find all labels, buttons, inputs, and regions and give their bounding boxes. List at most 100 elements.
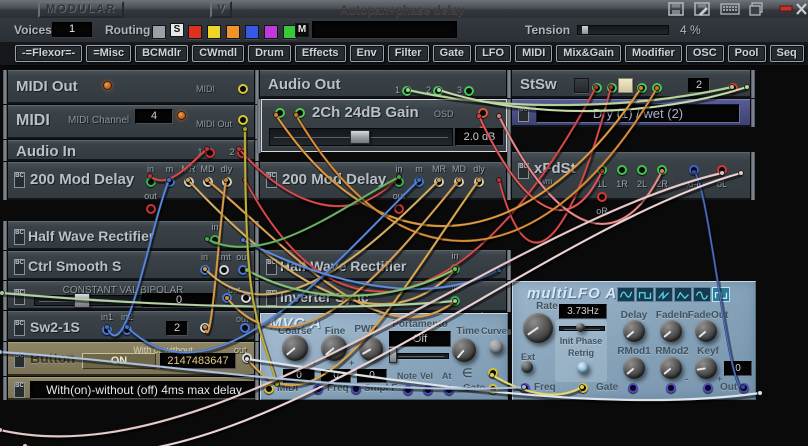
port-3[interactable] <box>464 86 474 96</box>
menu-gate[interactable]: Gate <box>433 45 471 62</box>
port-out[interactable] <box>238 265 248 275</box>
pwr-knob[interactable] <box>359 337 383 361</box>
voices-value[interactable]: 1 <box>52 22 92 37</box>
port-xFd[interactable] <box>689 165 699 175</box>
port-1[interactable] <box>205 148 215 158</box>
rmod1-knob[interactable] <box>623 357 645 379</box>
port-jack[interactable] <box>607 83 617 93</box>
port-jack[interactable] <box>295 108 305 118</box>
port-dly[interactable] <box>222 177 232 187</box>
menu-effects[interactable]: Effects <box>295 45 346 62</box>
menu-drum[interactable]: Drum <box>248 45 291 62</box>
button-value[interactable]: 2147483647 <box>160 353 236 369</box>
port-in1[interactable] <box>102 325 112 335</box>
solo-button[interactable]: S <box>170 23 184 37</box>
module-audio-in[interactable]: Audio In 12 <box>8 140 254 161</box>
port-in[interactable] <box>146 177 156 187</box>
waveform-square2-button[interactable] <box>712 287 730 302</box>
menu-midi[interactable]: MIDI <box>515 45 552 62</box>
waveform-saw-button[interactable] <box>655 287 673 302</box>
retrig-button[interactable] <box>577 362 589 374</box>
close-icon[interactable] <box>795 2 808 16</box>
port-oL[interactable] <box>717 165 727 175</box>
module-mod-delay-left[interactable]: BC 200 Mod Delay inmMRMDdlyout <box>8 162 254 200</box>
port-out[interactable] <box>240 323 250 333</box>
port-jack[interactable] <box>275 108 285 118</box>
port-keyf[interactable] <box>703 383 713 393</box>
port-2L[interactable] <box>637 165 647 175</box>
port-note[interactable] <box>403 385 413 395</box>
rmod2-knob[interactable] <box>660 357 682 379</box>
save-as-icon[interactable] <box>694 2 712 16</box>
menu-flexor[interactable]: -=Flexor=- <box>15 45 82 62</box>
menu-filter[interactable]: Filter <box>388 45 429 62</box>
port-m[interactable] <box>414 177 424 187</box>
port-2R[interactable] <box>657 165 667 175</box>
mute-button[interactable]: M <box>295 23 309 37</box>
port-midi-out[interactable] <box>238 84 248 94</box>
port-2[interactable] <box>237 148 247 158</box>
port-out[interactable] <box>739 383 749 393</box>
waveform-sine2-button[interactable] <box>693 287 711 302</box>
stsw-value[interactable]: 2 <box>688 78 710 93</box>
routing-color-0[interactable] <box>188 25 202 39</box>
rate-knob[interactable] <box>523 313 553 343</box>
portamento-slider[interactable] <box>393 353 449 359</box>
module-multilfo-a[interactable]: multiLFO A Rate 3.73Hz Init Phase Retrig… <box>512 281 756 400</box>
save-icon[interactable] <box>668 2 686 16</box>
port-out[interactable] <box>394 204 404 214</box>
module-mod-delay-mid[interactable]: BC 200 Mod Delay inmMRMDdlyout <box>260 162 506 200</box>
fadein-knob[interactable] <box>660 320 682 342</box>
on-off-button[interactable]: ON <box>82 353 156 369</box>
waveform-triangle-button[interactable] <box>674 287 692 302</box>
menu-env[interactable]: Env <box>350 45 384 62</box>
port-in[interactable] <box>394 177 404 187</box>
port-gate-thru[interactable] <box>488 368 498 378</box>
routing-slot[interactable] <box>152 23 171 41</box>
port-jack[interactable] <box>728 83 738 93</box>
port-1R[interactable] <box>617 165 627 175</box>
menu-modifier[interactable]: Modifier <box>625 45 682 62</box>
time-knob[interactable] <box>452 338 476 362</box>
port-rmod1[interactable] <box>628 383 638 393</box>
port-oR[interactable] <box>597 192 607 202</box>
keyf-value[interactable]: 0 <box>724 361 752 376</box>
module-sw2-1s[interactable]: BC Sw2-1S in1in2 2 out <box>8 311 254 341</box>
tension-slider[interactable] <box>577 25 669 35</box>
routing-color-2[interactable] <box>226 25 240 39</box>
module-midi-out[interactable]: MIDI Out MIDI <box>8 70 254 104</box>
menu-osc[interactable]: OSC <box>686 45 724 62</box>
module-half-wave-rectifier-2[interactable]: BC Half Wave Rectifier inout <box>260 250 506 280</box>
menu-pool[interactable]: Pool <box>728 45 766 62</box>
menu-cwmdl[interactable]: CWmdl <box>192 45 244 62</box>
port-in[interactable] <box>450 264 460 274</box>
menu-mix-gain[interactable]: Mix&Gain <box>556 45 621 62</box>
menu-seq[interactable]: Seq <box>770 45 804 62</box>
port-select[interactable] <box>200 323 210 333</box>
port-midi-out[interactable] <box>238 115 248 125</box>
module-stsw[interactable]: StSw 2 <box>512 70 750 98</box>
module-midi[interactable]: MIDI MIDI Channel 4 MIDI Out <box>8 105 254 139</box>
port-in[interactable] <box>450 296 460 306</box>
module-constant-val-bipolar[interactable]: BC CONSTANT VAL BIPOLAR 0 out <box>8 281 254 310</box>
port-dly[interactable] <box>474 177 484 187</box>
constant-val-slider-handle[interactable] <box>74 293 90 308</box>
keyf-knob[interactable] <box>695 357 717 379</box>
port-freq[interactable] <box>313 384 323 394</box>
port-aux[interactable] <box>241 293 251 303</box>
init-phase-handle[interactable] <box>576 323 585 332</box>
menu-lfo[interactable]: LFO <box>475 45 511 62</box>
menu-misc[interactable]: =Misc <box>86 45 131 62</box>
gain-slider-handle[interactable] <box>350 130 370 144</box>
port-jack[interactable] <box>592 83 602 93</box>
waveform-square-button[interactable] <box>636 287 654 302</box>
fine-value[interactable]: 0 <box>321 369 351 383</box>
module-2ch-24db-gain[interactable]: 2Ch 24dB Gain OSD 2.0 dB <box>261 99 507 152</box>
stsw-button-off[interactable] <box>574 78 589 93</box>
copy-icon[interactable] <box>748 2 766 16</box>
port-out[interactable] <box>146 204 156 214</box>
ext-knob[interactable] <box>521 361 533 373</box>
module-half-wave-rectifier-1[interactable]: BC Half Wave Rectifier inout <box>8 221 254 250</box>
waveform-sine-button[interactable] <box>617 287 635 302</box>
port-smpl-f[interactable] <box>351 384 361 394</box>
